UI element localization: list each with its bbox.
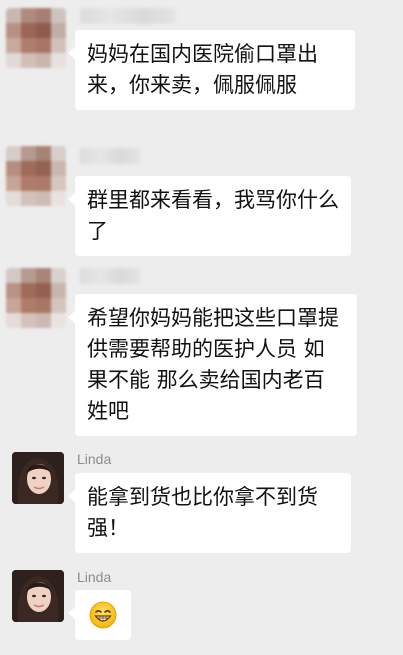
- message-bubble[interactable]: 妈妈在国内医院偷口罩出来，你来卖，佩服佩服: [68, 30, 355, 110]
- sender-name-blurred: [80, 268, 140, 284]
- message-text: 能拿到货也比你拿不到货强！: [87, 485, 318, 540]
- avatar-photo: [12, 570, 64, 622]
- sender-name: Linda: [77, 569, 112, 585]
- avatar[interactable]: [6, 268, 66, 328]
- sender-name-blurred: [80, 148, 140, 164]
- sender-name-blurred: [80, 8, 175, 24]
- message-text: 希望你妈妈能把这些口罩提供需要帮助的医护人员 如果不能 那么卖给国内老百姓吧: [87, 306, 339, 423]
- avatar[interactable]: [12, 452, 64, 504]
- message-bubble[interactable]: [68, 590, 131, 640]
- message-text: 群里都来看看，我骂你什么了: [87, 188, 339, 243]
- message-bubble[interactable]: 群里都来看看，我骂你什么了: [68, 176, 351, 256]
- grinning-face-icon: [89, 601, 117, 629]
- message-bubble[interactable]: 能拿到货也比你拿不到货强！: [68, 473, 351, 553]
- avatar-photo: [12, 452, 64, 504]
- avatar[interactable]: [12, 570, 64, 622]
- avatar[interactable]: [6, 146, 66, 206]
- sender-name: Linda: [77, 451, 112, 467]
- message-bubble[interactable]: 希望你妈妈能把这些口罩提供需要帮助的医护人员 如果不能 那么卖给国内老百姓吧: [68, 294, 357, 436]
- message-text: 妈妈在国内医院偷口罩出来，你来卖，佩服佩服: [87, 42, 318, 97]
- avatar[interactable]: [6, 8, 66, 68]
